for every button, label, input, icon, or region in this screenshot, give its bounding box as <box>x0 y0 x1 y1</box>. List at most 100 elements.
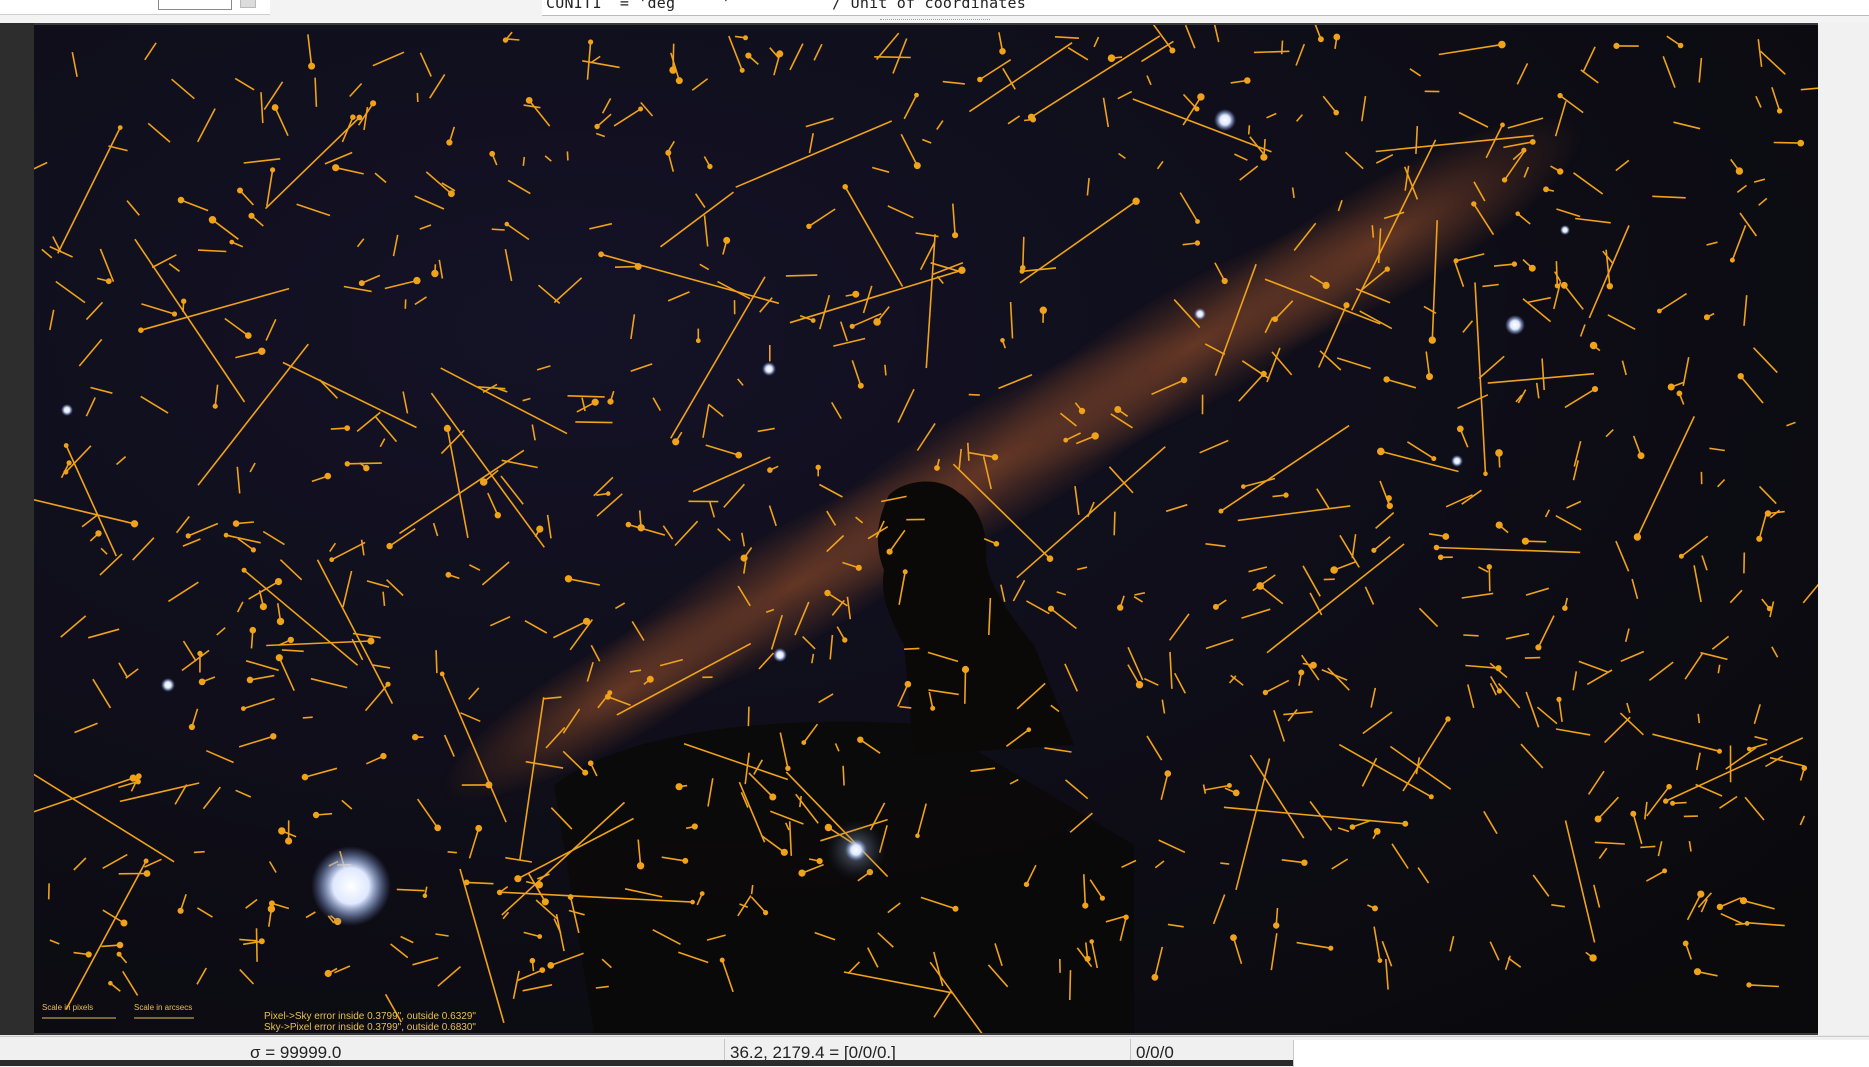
star-marker <box>1556 284 1560 288</box>
residual-vector <box>968 443 969 461</box>
star-marker <box>583 770 587 774</box>
residual-vector <box>347 463 382 464</box>
star-marker <box>441 672 444 675</box>
residual-vector <box>303 717 313 718</box>
fits-header-panel[interactable]: CUNIT1 = 'deg ' / Unit of coordinates <box>542 0 1869 16</box>
star-marker <box>697 339 700 342</box>
star-marker <box>1234 790 1239 795</box>
residual-vector <box>194 852 205 853</box>
star-marker <box>1563 606 1567 610</box>
star-marker <box>498 890 502 894</box>
residual-vector <box>1640 846 1655 847</box>
star-marker <box>905 682 910 687</box>
star-marker <box>1040 307 1046 313</box>
star-marker <box>1080 409 1085 414</box>
star-marker <box>1737 168 1743 174</box>
star-marker <box>639 107 642 110</box>
star-marker <box>825 591 830 596</box>
star-marker <box>843 185 847 189</box>
star-marker <box>325 971 331 977</box>
residual-vector <box>1556 261 1557 286</box>
star-marker <box>807 224 811 228</box>
star-marker <box>314 813 319 818</box>
star-marker <box>130 775 136 781</box>
star-marker <box>182 299 186 303</box>
star-marker <box>1196 241 1200 245</box>
star-marker <box>118 943 123 948</box>
star-marker <box>505 223 508 226</box>
star-marker <box>252 548 256 552</box>
star-marker <box>1718 750 1721 753</box>
star-marker <box>1274 923 1279 928</box>
star-marker <box>1109 55 1115 61</box>
star-marker <box>1001 339 1004 342</box>
star-marker <box>1284 493 1288 497</box>
top-small-button[interactable] <box>240 0 256 8</box>
star-marker <box>1195 107 1199 111</box>
star-marker <box>536 882 542 888</box>
star-marker <box>816 465 820 469</box>
star-marker <box>589 40 593 44</box>
taskbar-strip <box>0 1060 1293 1066</box>
star-marker <box>676 784 682 790</box>
star-marker <box>1607 284 1612 289</box>
residual-vector <box>1114 512 1115 536</box>
star-marker <box>273 105 278 110</box>
star-marker <box>1378 959 1381 962</box>
star-marker <box>1679 44 1683 48</box>
star-marker <box>1427 374 1432 379</box>
star-marker <box>746 53 751 58</box>
star-marker <box>1165 771 1170 776</box>
star-marker <box>993 455 998 460</box>
star-marker <box>1667 785 1671 789</box>
error-line-2: Sky->Pixel error inside 0.3799", outside… <box>264 1022 476 1033</box>
star-marker <box>139 328 143 332</box>
star-marker <box>1531 140 1535 144</box>
star-marker <box>1501 123 1504 126</box>
star-marker <box>109 982 112 985</box>
star-marker <box>269 906 275 912</box>
star-marker <box>1331 567 1337 573</box>
star-marker <box>1261 372 1266 377</box>
star-marker <box>333 165 339 171</box>
star-marker <box>538 935 541 938</box>
star-marker <box>887 549 892 554</box>
star-marker <box>1000 49 1005 54</box>
star-marker <box>994 542 998 546</box>
star-marker <box>843 638 847 642</box>
residual-vector <box>752 885 753 894</box>
star-marker <box>1350 825 1354 829</box>
star-marker <box>1516 212 1519 215</box>
star-marker <box>1536 645 1541 650</box>
star-marker <box>607 492 610 495</box>
star-marker <box>432 271 438 277</box>
star-marker <box>673 439 679 445</box>
star-marker <box>1090 940 1093 943</box>
residual-vector <box>1070 970 1071 1000</box>
star-marker <box>371 101 376 106</box>
star-marker <box>626 523 630 527</box>
star-marker <box>515 876 521 882</box>
star-marker <box>96 531 101 536</box>
star-marker <box>1658 309 1661 312</box>
star-marker <box>1137 682 1143 688</box>
image-viewer[interactable]: Scale in pixels Scale in arcsecs Pixel->… <box>0 23 1869 1035</box>
star-marker <box>288 638 293 643</box>
scale-arcsec-label: Scale in arcsecs <box>134 1003 192 1012</box>
star-marker <box>721 958 724 961</box>
star-marker <box>246 333 251 338</box>
star-marker <box>741 69 744 72</box>
star-marker <box>1049 606 1054 611</box>
residual-vector <box>843 766 844 786</box>
residual-vector <box>874 57 911 58</box>
sky-image[interactable]: Scale in pixels Scale in arcsecs Pixel->… <box>34 25 1818 1033</box>
star-marker <box>1746 922 1749 925</box>
top-text-input[interactable] <box>158 0 232 10</box>
star-marker <box>1435 546 1439 550</box>
star-marker <box>777 51 782 56</box>
star-marker <box>1498 689 1502 693</box>
star-marker <box>1311 663 1316 668</box>
star-marker <box>250 628 255 633</box>
star-marker <box>1378 448 1384 454</box>
star-marker <box>1496 522 1502 528</box>
